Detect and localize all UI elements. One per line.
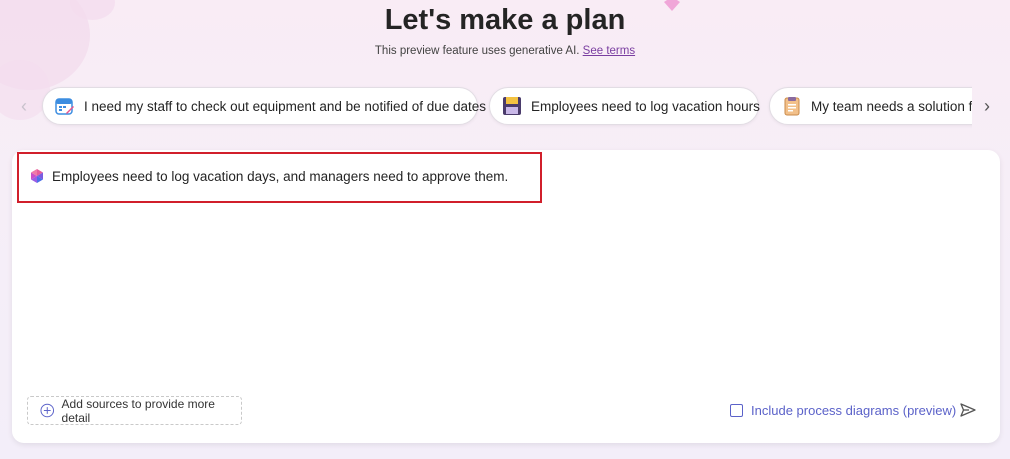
see-terms-link[interactable]: See terms [583,45,635,57]
prompt-input[interactable]: Employees need to log vacation days, and… [29,166,508,186]
add-sources-button[interactable]: Add sources to provide more detail [27,396,242,425]
suggestion-chip-team-solution[interactable]: My team needs a solution for [769,87,972,125]
calendar-icon [55,98,74,115]
carousel-prev-button[interactable]: ‹ [16,94,32,118]
suggestion-label: Employees need to log vacation hours [531,98,760,114]
prompt-text: Employees need to log vacation days, and… [52,168,509,184]
ai-disclaimer: This preview feature uses generative AI. [374,45,580,57]
suggestion-label: My team needs a solution for [811,98,972,114]
floppy-disk-icon [503,97,521,115]
suggestion-carousel: I need my staff to check out equipment a… [38,84,972,130]
page-subtitle: This preview feature uses generative AI.… [0,45,1010,57]
add-sources-label: Add sources to provide more detail [61,396,215,425]
include-diagrams-label: Include process diagrams (preview) [751,403,957,418]
clipboard-icon [784,97,800,116]
suggestion-chip-equipment[interactable]: I need my staff to check out equipment a… [42,87,486,125]
send-icon[interactable] [959,401,977,419]
include-diagrams-option[interactable]: Include process diagrams (preview) [730,402,956,419]
carousel-next-button[interactable]: › [979,94,995,118]
page-title: Let's make a plan [384,4,626,36]
suggestion-chip-vacation[interactable]: Employees need to log vacation hours [489,87,760,125]
suggestion-label: I need my staff to check out equipment a… [84,98,487,114]
copilot-logo-icon [31,169,43,183]
add-circle-icon [40,403,55,418]
chevron-left-icon: ‹ [21,95,27,116]
chevron-right-icon: › [984,95,990,116]
include-diagrams-checkbox[interactable] [730,404,743,417]
